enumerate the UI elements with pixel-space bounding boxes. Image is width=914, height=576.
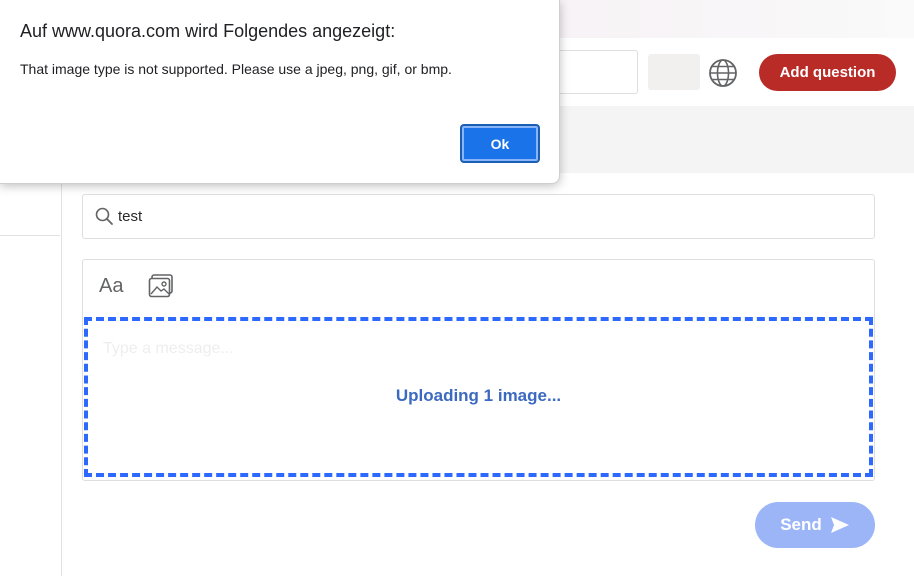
upload-status: Uploading 1 image... [395,386,562,405]
message-input-placeholder[interactable]: Type a message... [103,340,234,358]
globe-icon[interactable] [708,58,738,88]
header-search-input[interactable] [548,50,638,94]
paper-plane-icon [830,517,849,533]
add-question-button[interactable]: Add question [759,54,896,91]
image-icon[interactable] [148,273,174,299]
search-value: test [118,208,143,225]
dialog-title: Auf www.quora.com wird Folgendes angezei… [20,21,396,41]
send-button[interactable]: Send [755,502,875,548]
dialog-message: That image type is not supported. Please… [20,61,452,77]
search-icon [95,207,113,225]
search-input[interactable]: test [82,194,875,239]
send-label: Send [780,515,822,534]
ok-button[interactable]: Ok [460,124,540,163]
avatar[interactable] [648,54,700,90]
alert-dialog: Auf www.quora.com wird Folgendes angezei… [0,0,560,184]
text-format-icon[interactable]: Aa [99,275,123,298]
divider [61,173,62,576]
divider [0,235,60,236]
